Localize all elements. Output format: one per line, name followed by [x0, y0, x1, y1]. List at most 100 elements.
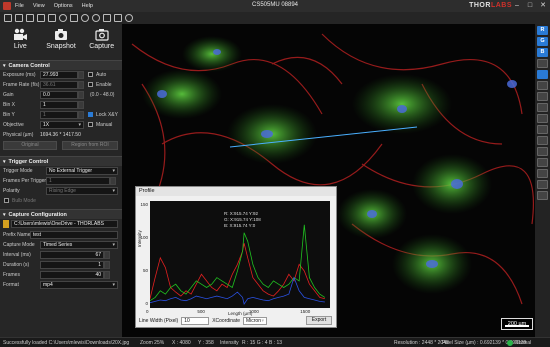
x-tick-label: 1000	[248, 309, 259, 314]
zoom-in-icon[interactable]	[537, 158, 548, 167]
region-from-roi-button[interactable]: Region from ROI	[62, 141, 118, 150]
profile-window: Profile Intensity Length (µm) R: X:915.7…	[135, 186, 337, 328]
save-icon[interactable]	[15, 14, 23, 22]
title-bar: File View Options Help CS505MU 08894 THO…	[0, 0, 550, 12]
folder-icon[interactable]	[3, 220, 9, 228]
bin-y-input[interactable]: 1	[40, 111, 78, 119]
interval-stepper[interactable]	[104, 251, 110, 259]
frames-per-trigger-input[interactable]: 1	[46, 177, 110, 185]
camera-settings-icon[interactable]	[26, 14, 34, 22]
pan-icon[interactable]	[537, 180, 548, 189]
gain-input[interactable]: 0.0	[40, 91, 78, 99]
lock-xy-checkbox[interactable]	[88, 112, 93, 117]
interval-input[interactable]: 67	[40, 251, 104, 259]
close-button[interactable]: ✕	[538, 1, 548, 11]
help-icon[interactable]	[125, 14, 133, 22]
bulb-mode-checkbox[interactable]	[4, 198, 9, 203]
trigger-control-header[interactable]: ▾ Trigger Control	[0, 156, 122, 166]
histogram-icon[interactable]	[537, 59, 548, 68]
capture-camera-icon	[95, 29, 109, 41]
polygon-roi-icon[interactable]	[537, 103, 548, 112]
status-indicator-icon	[507, 340, 513, 346]
bin-x-stepper[interactable]	[78, 101, 84, 109]
exposure-auto-checkbox[interactable]	[88, 72, 93, 77]
capture-mode-row: Capture Mode Timed Series	[0, 241, 122, 250]
duration-stepper[interactable]	[104, 261, 110, 269]
bin-x-input[interactable]: 1	[40, 101, 78, 109]
profile-title: Profile	[136, 187, 336, 196]
y-tick-label: 150	[140, 202, 148, 207]
settings-icon[interactable]	[81, 14, 89, 22]
bin-y-stepper[interactable]	[78, 111, 84, 119]
frames-stepper[interactable]	[104, 271, 110, 279]
line-tool-icon[interactable]	[537, 114, 548, 123]
manual-checkbox[interactable]	[88, 122, 93, 127]
objective-select[interactable]: 1X	[40, 121, 84, 129]
menu-view[interactable]: View	[33, 3, 45, 9]
export-button[interactable]: Export	[306, 316, 332, 325]
xcoord-unit-select[interactable]: Micron	[242, 316, 267, 325]
prefix-input[interactable]: test	[30, 231, 118, 239]
y-tick-label: 100	[140, 235, 148, 240]
live-button[interactable]: Live	[2, 28, 38, 60]
y-tick-label: 0	[145, 301, 148, 306]
original-button[interactable]: Original	[3, 141, 57, 150]
grid-icon[interactable]	[70, 14, 78, 22]
image-icon[interactable]	[37, 14, 45, 22]
exposure-stepper[interactable]	[78, 71, 84, 79]
rectangle-roi-icon[interactable]	[537, 81, 548, 90]
profile-tool-icon[interactable]	[537, 70, 548, 79]
path-row: C:\Users\mlewis\OneDrive - THORLABS	[0, 220, 122, 230]
capture-mode-select[interactable]: Timed Series	[40, 241, 118, 249]
physical-value: 1694.36 * 1417.50	[40, 132, 81, 138]
angle-tool-icon[interactable]	[537, 125, 548, 134]
objective-row: Objective 1X Manual	[0, 121, 122, 130]
format-row: Format mp4	[0, 281, 122, 290]
frames-input[interactable]: 40	[40, 271, 104, 279]
open-file-icon[interactable]	[4, 14, 12, 22]
folder-icon[interactable]	[48, 14, 56, 22]
maximize-button[interactable]: □	[525, 1, 535, 11]
duration-input[interactable]: 1	[40, 261, 104, 269]
fit-window-icon[interactable]	[114, 14, 122, 22]
red-channel-button[interactable]: R	[537, 26, 548, 35]
capture-config-header[interactable]: ▾ Capture Configuration	[0, 209, 122, 219]
frames-per-trigger-stepper[interactable]	[110, 177, 116, 185]
frame-rate-enable-checkbox[interactable]	[88, 82, 93, 87]
frame-rate-stepper[interactable]	[78, 81, 84, 89]
profile-readout: R: X:915.74 Y:92 G: X:915.74 Y:108 B: X:…	[224, 211, 261, 228]
eraser-icon[interactable]	[537, 191, 548, 200]
frame-rate-input[interactable]: 36.61	[40, 81, 78, 89]
camera-control-header[interactable]: ▾ Camera Control	[0, 60, 122, 70]
blue-channel-button[interactable]: B	[537, 48, 548, 57]
polarity-select[interactable]: Rising Edge	[46, 187, 118, 195]
text-tool-icon[interactable]	[537, 136, 548, 145]
physical-row: Physical (µm) 1694.36 * 1417.50	[3, 132, 81, 138]
zoom-out-icon[interactable]	[537, 169, 548, 178]
status-bar: Successfully loaded C:\Users\mlewis\Down…	[0, 337, 550, 347]
ellipse-roi-icon[interactable]	[537, 92, 548, 101]
scale-bar-line	[505, 325, 529, 327]
tool-strip: R G B	[535, 24, 550, 337]
resolution-readout: Resolution : 2448 * 2048	[394, 340, 449, 346]
trigger-mode-select[interactable]: No External Trigger	[46, 167, 118, 175]
app-icon	[3, 2, 11, 10]
format-select[interactable]: mp4	[40, 281, 118, 289]
menu-help[interactable]: Help	[82, 3, 93, 9]
capture-button[interactable]: Capture	[84, 28, 120, 60]
menu-options[interactable]: Options	[54, 3, 73, 9]
crosshair-icon[interactable]	[537, 147, 548, 156]
minimize-button[interactable]: –	[512, 1, 522, 11]
profile-series-2	[149, 276, 325, 305]
refresh-icon[interactable]	[59, 14, 67, 22]
menu-file[interactable]: File	[15, 3, 24, 9]
save-path-input[interactable]: C:\Users\mlewis\OneDrive - THORLABS	[11, 220, 118, 228]
gain-stepper[interactable]	[78, 91, 84, 99]
line-width-input[interactable]: 10	[181, 316, 210, 325]
exposure-input[interactable]: 27.993	[40, 71, 78, 79]
target-icon[interactable]	[92, 14, 100, 22]
layout-icon[interactable]	[103, 14, 111, 22]
snapshot-button[interactable]: Snapshot	[43, 28, 79, 60]
scale-bar: 200 µm	[501, 318, 533, 330]
green-channel-button[interactable]: G	[537, 37, 548, 46]
